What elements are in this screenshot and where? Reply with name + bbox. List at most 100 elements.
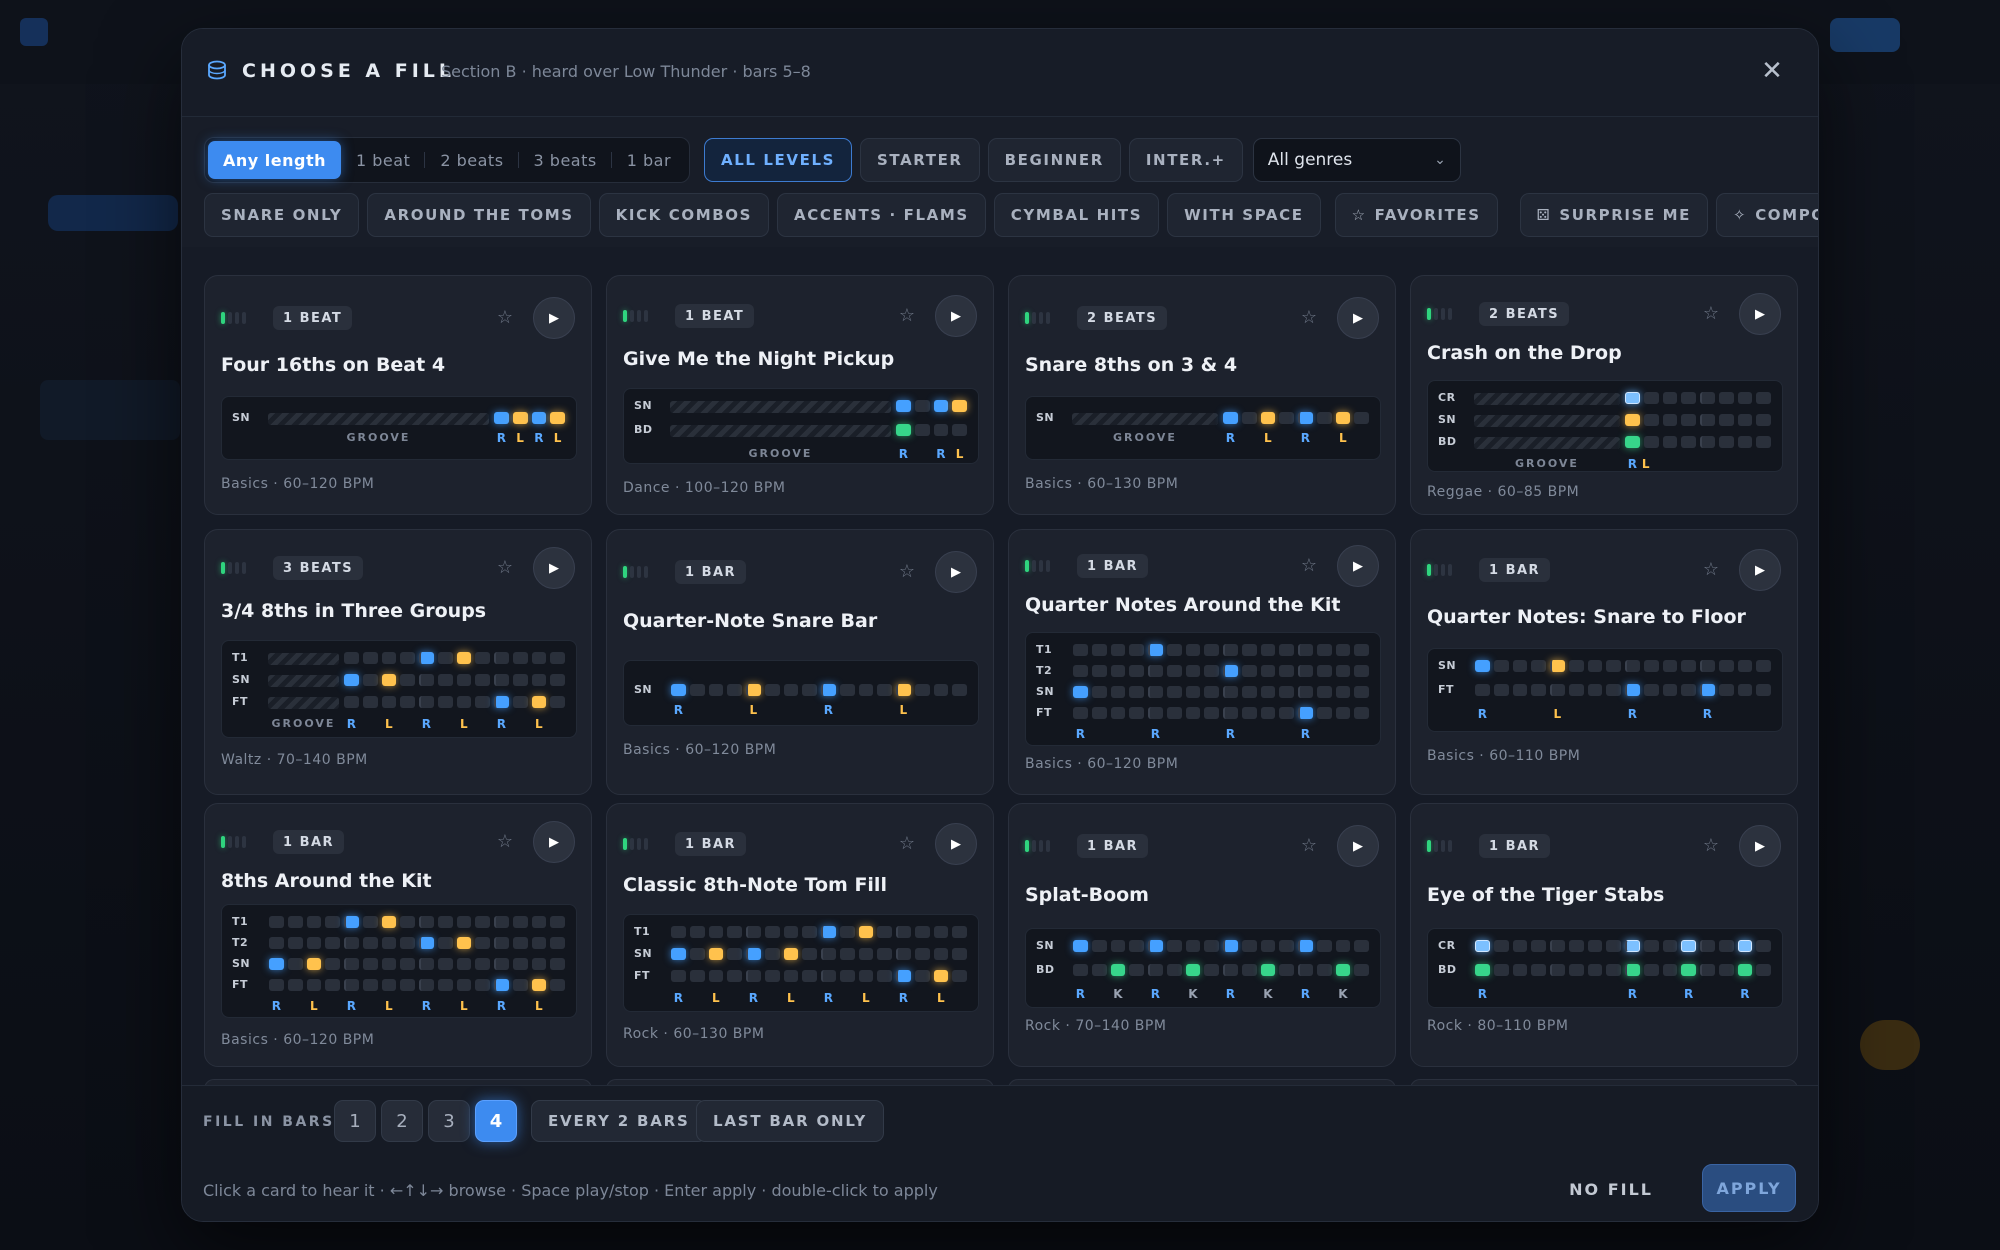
fill-card[interactable]: 1 BEAT ☆ ▶ Give Me the Night Pickup SN BD R R L G… (606, 275, 994, 515)
fill-card[interactable]: 2 BEATS ☆ ▶ Snare 8ths on 3 & 4 SN R L R L GROOVE… (1008, 275, 1396, 515)
fill-card[interactable]: 2 BEATS ☆ ▶ Crash on the Drop CR SN BD R L GROOVE… (1410, 275, 1798, 515)
no-fill-button[interactable]: NO FILL (1569, 1180, 1653, 1199)
level-chip-beginner[interactable]: BEGINNER (987, 138, 1121, 182)
category-chip-accents-flams[interactable]: ACCENTS · FLAMS (777, 193, 986, 237)
play-icon[interactable]: ▶ (1739, 293, 1781, 335)
level-bar (630, 838, 634, 850)
category-chip-kick-combos[interactable]: KICK COMBOS (598, 193, 770, 237)
star-icon[interactable]: ☆ (1299, 836, 1319, 856)
step-cell (1148, 686, 1163, 698)
drum-label: SN (1036, 939, 1055, 952)
step-cell (1316, 412, 1332, 424)
level-bar (1441, 564, 1445, 576)
chevron-down-icon: ⌄ (1434, 152, 1446, 168)
surprise-me-button[interactable]: ⚄ SURPRISE ME (1519, 193, 1709, 237)
step-cell (1166, 644, 1182, 656)
length-tab-1-beat[interactable]: 1 beat (341, 141, 426, 179)
play-icon[interactable]: ▶ (935, 295, 977, 337)
favorites-button[interactable]: ☆ FAVORITES (1334, 193, 1498, 237)
star-icon[interactable]: ☆ (495, 558, 515, 578)
sticking-letter: L (460, 717, 468, 731)
compose-one-button[interactable]: ✧ COMPOSE ONE (1716, 193, 1818, 237)
step-cell (550, 937, 565, 949)
play-icon[interactable]: ▶ (1739, 549, 1781, 591)
step-cell (1166, 665, 1182, 677)
category-chip-around-toms[interactable]: AROUND THE TOMS (367, 193, 591, 237)
star-icon[interactable]: ☆ (495, 308, 515, 328)
star-icon[interactable]: ☆ (1701, 304, 1721, 324)
sticking-letter: R (898, 447, 908, 461)
star-icon[interactable]: ☆ (1299, 556, 1319, 576)
fill-card[interactable]: 1 BAR ☆ ▶ Eye of the Tiger Stabs CR BD R R R R Roc… (1410, 803, 1798, 1067)
star-icon[interactable]: ☆ (1299, 308, 1319, 328)
fill-card[interactable]: 3 BEATS ☆ ▶ 3/4 8ths in Three Groups T1 SN FT R… (204, 529, 592, 795)
step-cell (344, 937, 359, 949)
fill-card[interactable]: 1 BAR ☆ ▶ Quarter Notes Around the Kit T1 T2 S… (1008, 529, 1396, 795)
step-cell (1718, 660, 1734, 672)
length-tab-3-beats[interactable]: 3 beats (519, 141, 612, 179)
fill-card[interactable]: 1 BAR ☆ ▶ 8ths Around the Kit T1 T2 SN FT R L R L R L… (204, 803, 592, 1067)
star-icon[interactable]: ☆ (897, 834, 917, 854)
star-icon[interactable]: ☆ (897, 306, 917, 326)
bar-button-2[interactable]: 2 (381, 1100, 423, 1142)
apply-button[interactable]: APPLY (1702, 1164, 1796, 1212)
play-icon[interactable]: ▶ (1337, 545, 1379, 587)
every-2-bars-button[interactable]: EVERY 2 BARS (531, 1100, 707, 1142)
step-cell (1335, 686, 1351, 698)
fill-card[interactable]: 1 BEAT ☆ ▶ Four 16ths on Beat 4 SN R L R L GROOVE… (204, 275, 592, 515)
category-chip-cymbal-hits[interactable]: CYMBAL HITS (993, 193, 1160, 237)
fill-card[interactable]: 1 BAR ☆ ▶ Quarter Notes: Snare to Floor SN FT… (1410, 529, 1798, 795)
play-icon[interactable]: ▶ (533, 547, 575, 589)
step-cell (914, 424, 930, 436)
last-bar-only-button[interactable]: LAST BAR ONLY (696, 1100, 885, 1142)
genre-select[interactable]: All genres ⌄ (1252, 138, 1461, 182)
pattern-row: T1 (1036, 643, 1370, 657)
level-chip-all[interactable]: ALL LEVELS (704, 138, 852, 182)
sticking-letter: R (1300, 987, 1310, 1001)
level-chip-starter[interactable]: STARTER (860, 138, 980, 182)
star-icon[interactable]: ☆ (1701, 836, 1721, 856)
step-track (268, 937, 568, 949)
step-cell (1681, 660, 1696, 672)
step-cell (287, 937, 303, 949)
star-icon[interactable]: ☆ (1701, 560, 1721, 580)
bar-button-4[interactable]: 4 (475, 1100, 517, 1142)
bar-button-1[interactable]: 1 (334, 1100, 376, 1142)
step-cell (494, 674, 509, 686)
step-cell (1091, 686, 1107, 698)
play-icon[interactable]: ▶ (935, 551, 977, 593)
step-track (268, 979, 568, 991)
star-icon[interactable]: ☆ (495, 832, 515, 852)
pattern-row: SN (1438, 659, 1772, 673)
play-icon[interactable]: ▶ (935, 823, 977, 865)
category-chip-with-space[interactable]: WITH SPACE (1167, 193, 1321, 237)
level-bar (1025, 560, 1029, 572)
play-icon[interactable]: ▶ (1337, 297, 1379, 339)
play-icon[interactable]: ▶ (533, 821, 575, 863)
fill-meta: Basics · 60–120 BPM (623, 742, 777, 758)
length-tab-any[interactable]: Any length (208, 141, 341, 179)
step-cell (1073, 665, 1088, 677)
bar-button-3[interactable]: 3 (428, 1100, 470, 1142)
fill-card[interactable]: 1 BAR ☆ ▶ Classic 8th-Note Tom Fill T1 SN FT R L… (606, 803, 994, 1067)
play-icon[interactable]: ▶ (1739, 825, 1781, 867)
length-badge: 3 BEATS (273, 556, 364, 580)
fill-card[interactable]: 1 BAR ☆ ▶ Quarter-Note Snare Bar SN R L R L Basic… (606, 529, 994, 795)
play-icon[interactable]: ▶ (533, 297, 575, 339)
category-chip-snare-only[interactable]: SNARE ONLY (204, 193, 360, 237)
fill-card[interactable]: 1 BAR ☆ ▶ Splat-Boom SN BD R K R K R K R K Rock · 70–1… (1008, 803, 1396, 1067)
length-tab-2-beats[interactable]: 2 beats (425, 141, 519, 179)
step-cell (456, 916, 472, 928)
level-chip-intermediate[interactable]: INTER.+ (1128, 138, 1243, 182)
fill-title: Snare 8ths on 3 & 4 (1025, 354, 1238, 376)
step-cell (1204, 665, 1219, 677)
play-icon[interactable]: ▶ (1337, 825, 1379, 867)
step-cell (1110, 644, 1126, 656)
step-cell (1073, 707, 1088, 719)
length-tab-1-bar[interactable]: 1 bar (612, 141, 686, 179)
level-bar (1434, 564, 1438, 576)
close-icon[interactable]: ✕ (1756, 55, 1788, 87)
step-cell (269, 979, 284, 991)
step-cell (708, 926, 724, 938)
star-icon[interactable]: ☆ (897, 562, 917, 582)
